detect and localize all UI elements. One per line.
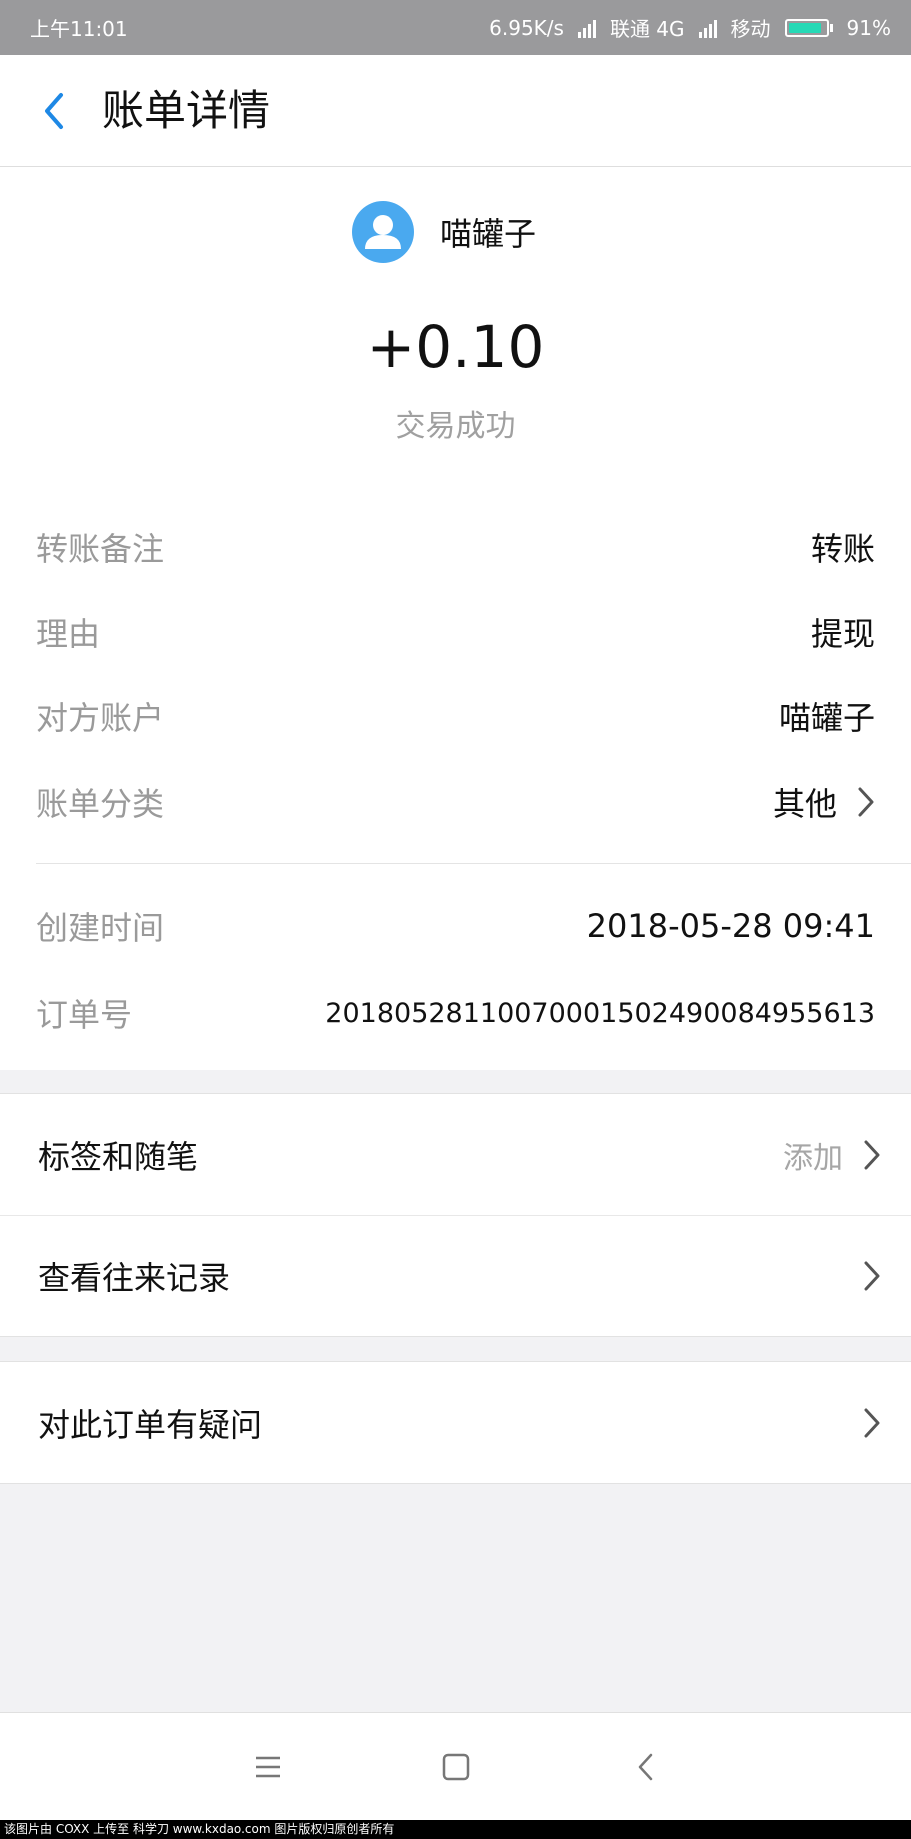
order-number: 20180528110070001502490084955613 <box>325 997 875 1029</box>
divider <box>36 863 911 864</box>
signal-icon <box>698 18 717 38</box>
amount: +0.10 <box>366 313 545 381</box>
order-question-row[interactable]: 对此订单有疑问 <box>0 1362 911 1483</box>
back-triangle-icon[interactable] <box>622 1743 670 1791</box>
status-right: 6.95K/s 联通 4G 移动 91% <box>489 13 891 42</box>
carrier-2: 移动 <box>730 17 771 41</box>
payee-name: 喵罐子 <box>440 215 537 253</box>
battery-percent: 91% <box>846 15 891 40</box>
meta-label: 订单号 <box>36 996 133 1034</box>
network-speed: 6.95K/s <box>489 15 564 40</box>
system-nav-bar <box>0 1712 911 1820</box>
chevron-right-icon <box>853 1135 881 1175</box>
bill-summary-card: 喵罐子 +0.10 交易成功 转账备注 转账 理由 提现 对方账户 喵罐子 账单… <box>0 167 911 1070</box>
category-value: 其他 <box>773 779 875 825</box>
chevron-right-icon <box>853 1403 881 1443</box>
payee: 喵罐子 <box>352 201 536 263</box>
home-square-icon[interactable] <box>432 1743 480 1791</box>
back-chevron-icon[interactable] <box>30 87 78 135</box>
detail-label: 账单分类 <box>36 785 165 823</box>
user-avatar-icon <box>352 201 414 263</box>
transaction-status: 交易成功 <box>395 409 516 444</box>
actions-section: 标签和随笔 添加 查看往来记录 <box>0 1093 911 1337</box>
chevron-right-icon <box>853 1256 881 1296</box>
detail-row-account: 对方账户 喵罐子 <box>36 686 875 746</box>
view-history-row[interactable]: 查看往来记录 <box>0 1215 911 1336</box>
watermark-text: 该图片由 COXX 上传至 科学刀 www.kxdao.com 图片版权归原创者… <box>0 1820 911 1839</box>
detail-row-reason: 理由 提现 <box>36 602 875 662</box>
carrier-1: 联通 4G <box>609 17 685 41</box>
question-section: 对此订单有疑问 <box>0 1361 911 1484</box>
row-label: 查看往来记录 <box>38 1259 231 1297</box>
detail-value: 提现 <box>810 615 875 653</box>
detail-label: 转账备注 <box>36 530 165 568</box>
header-bar: 账单详情 <box>0 55 911 167</box>
detail-label: 理由 <box>36 615 101 653</box>
status-bar: 上午11:01 6.95K/s 联通 4G 移动 91% <box>0 0 911 55</box>
add-hint: 添加 <box>783 1140 843 1176</box>
meta-row-created: 创建时间 2018-05-28 09:41 <box>36 896 875 956</box>
meta-row-order: 订单号 20180528110070001502490084955613 <box>36 983 875 1043</box>
menu-icon[interactable] <box>244 1743 292 1791</box>
meta-value: 2018-05-28 09:41 <box>586 907 875 945</box>
battery-icon <box>784 18 833 37</box>
detail-row-note: 转账备注 转账 <box>36 517 875 577</box>
chevron-right-icon <box>847 782 875 822</box>
detail-value: 转账 <box>810 530 875 568</box>
detail-value: 喵罐子 <box>778 699 875 737</box>
tags-and-notes-row[interactable]: 标签和随笔 添加 <box>0 1094 911 1215</box>
detail-value: 其他 <box>772 785 837 823</box>
page-title: 账单详情 <box>102 86 271 135</box>
row-label: 标签和随笔 <box>38 1137 199 1176</box>
row-label: 对此订单有疑问 <box>38 1405 263 1444</box>
status-time: 上午11:01 <box>30 17 128 41</box>
signal-icon <box>577 18 596 38</box>
detail-row-category[interactable]: 账单分类 其他 <box>36 772 875 832</box>
detail-label: 对方账户 <box>36 699 165 737</box>
meta-label: 创建时间 <box>36 909 165 947</box>
